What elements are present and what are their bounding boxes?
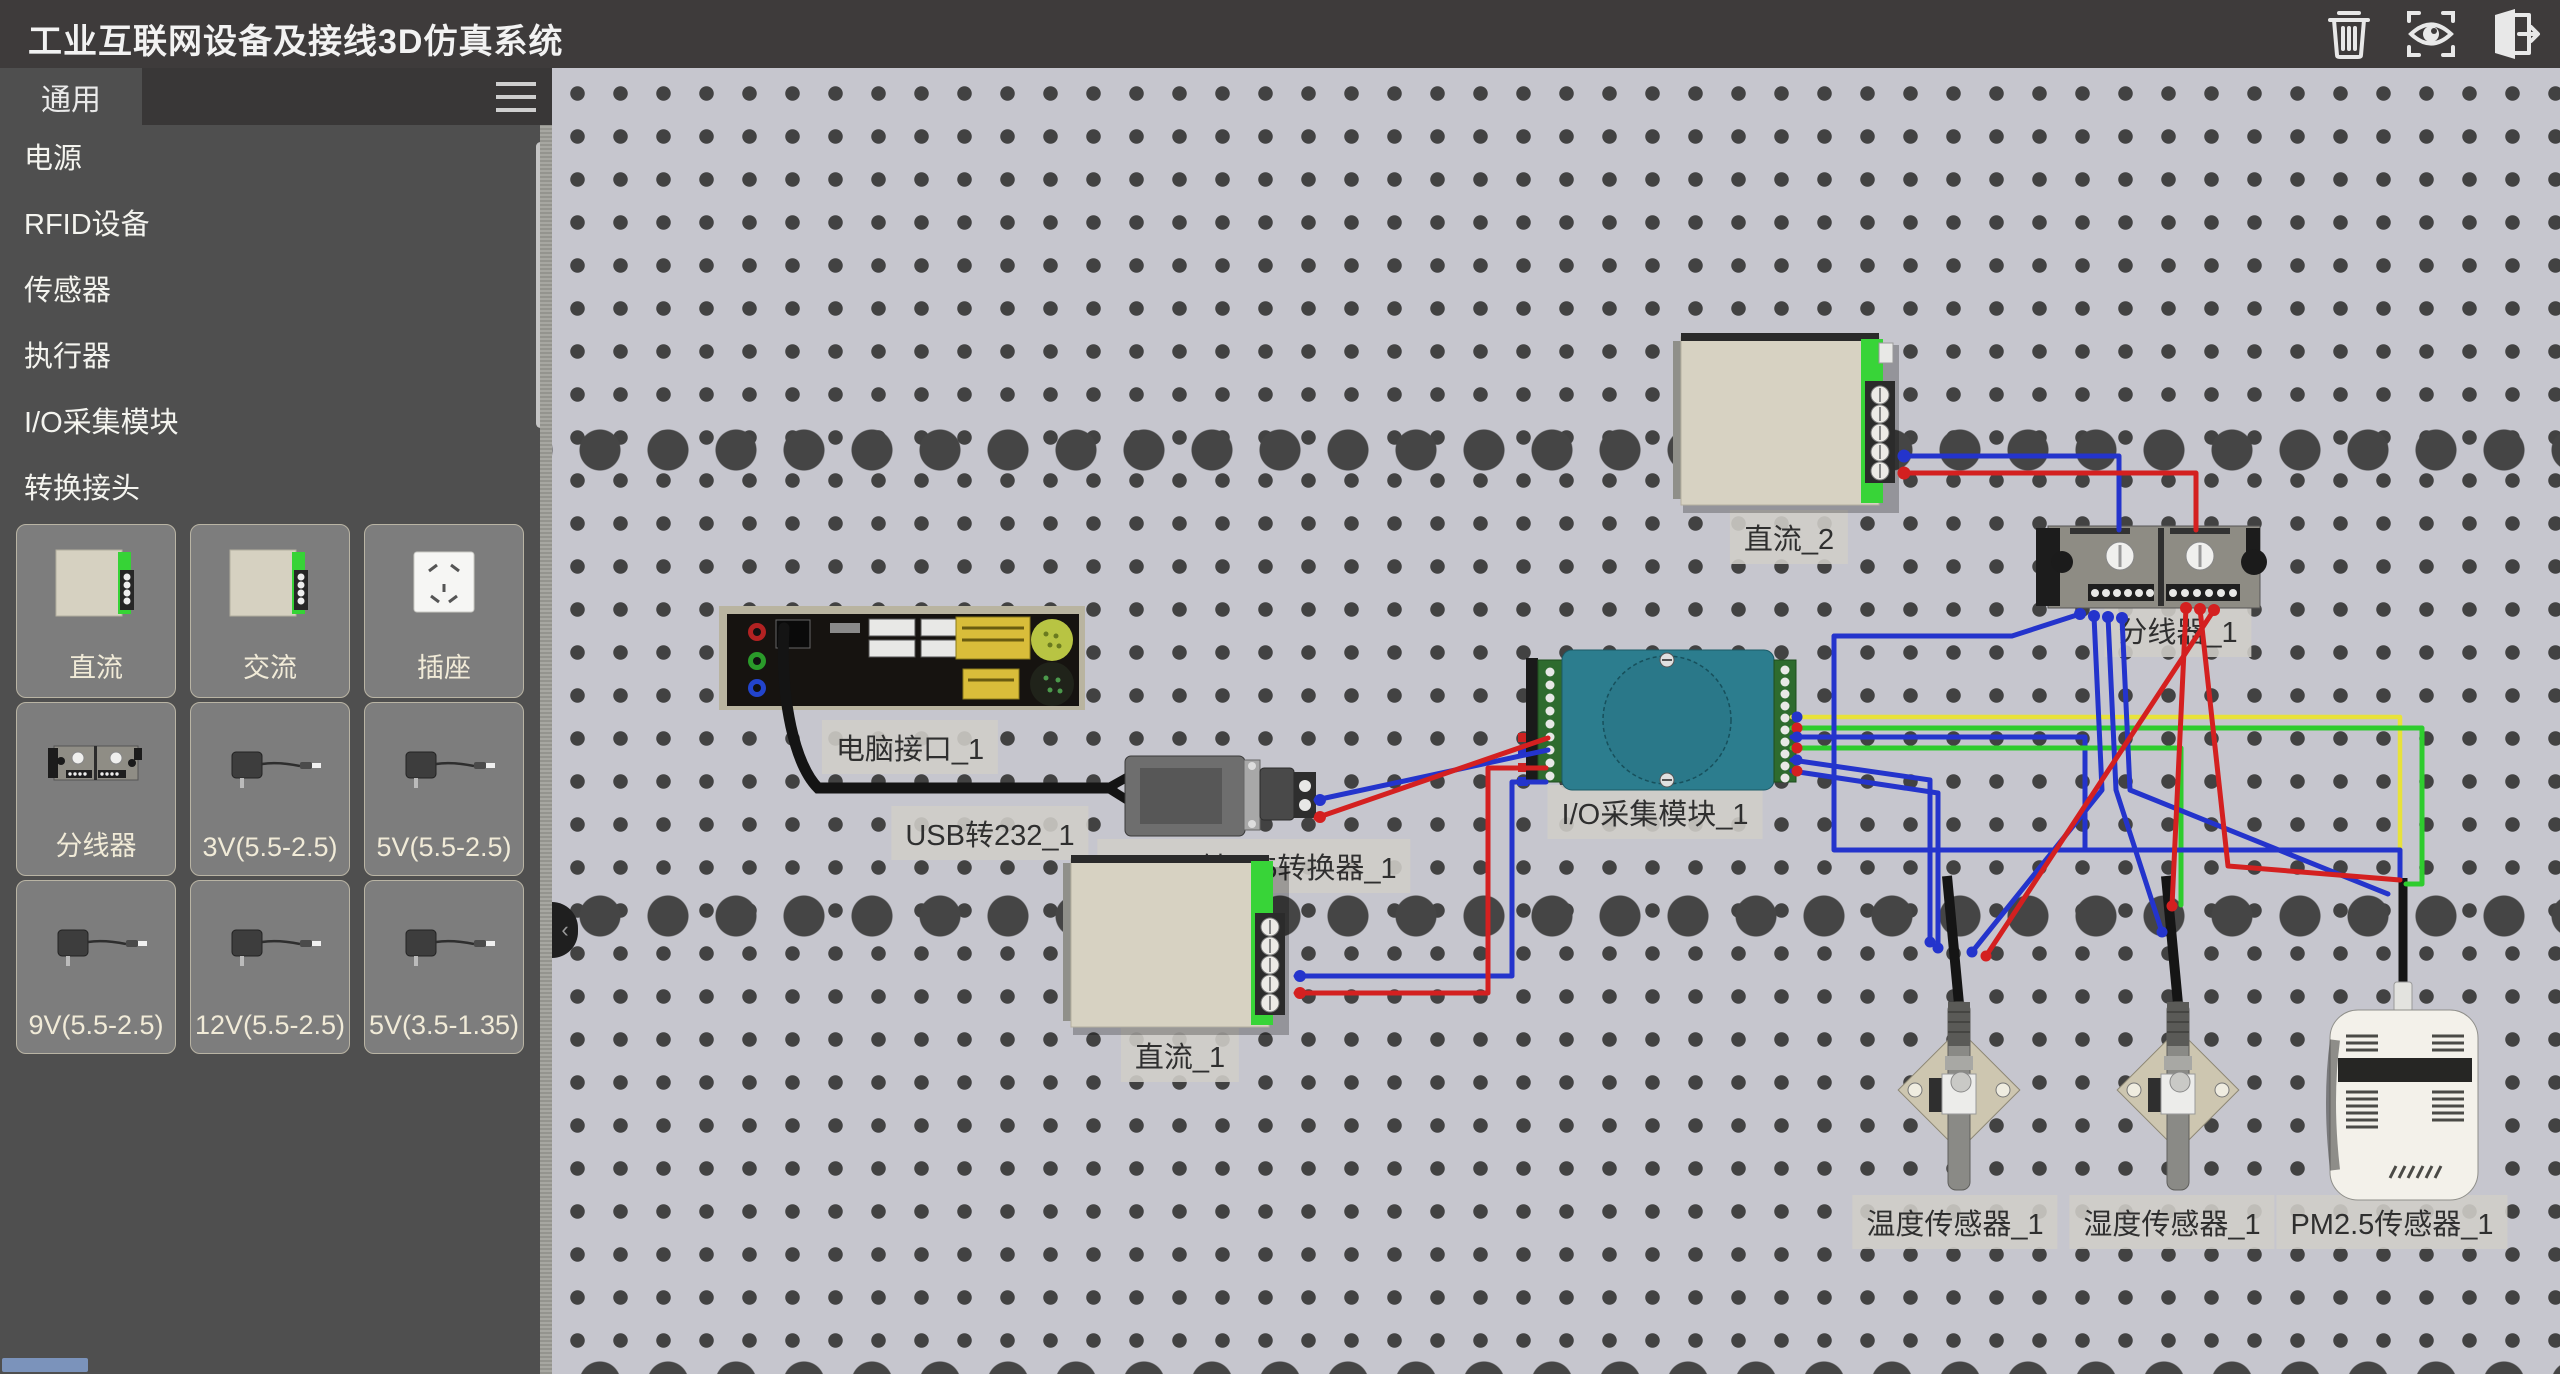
device-label-usb-to-232: USB转232_1 [891,806,1088,860]
sidebar-item-0[interactable]: 电源 [0,126,540,192]
component-thumb [191,881,349,1010]
device-label-splitter: 分线器_1 [2104,603,2251,657]
component-thumb [365,881,523,1010]
pegboard-hole-band [552,1360,2560,1374]
device-label-humi-sensor: 湿度传感器_1 [2069,1195,2274,1249]
view-focus-icon[interactable] [2402,5,2460,63]
sidebar-item-1[interactable]: RFID设备 [0,192,540,258]
pegboard-hole-band [552,428,2560,472]
component-thumb [365,525,523,646]
component-card-0[interactable]: 直流 [16,524,176,698]
exit-icon[interactable] [2484,5,2542,63]
component-card-1[interactable]: 交流 [190,524,350,698]
menu-icon[interactable] [496,82,536,112]
component-thumb [365,703,523,832]
component-card-3[interactable]: 分线器 [16,702,176,876]
component-card-label: 12V(5.5-2.5) [195,1010,345,1041]
trash-icon[interactable] [2320,5,2378,63]
sidebar-item-4[interactable]: I/O采集模块 [0,390,540,456]
app-window: 电脑接口_1 USB转232_1 RS232转485转换器_1 I/O采集模块_… [0,0,2560,1374]
sidebar-item-3[interactable]: 执行器 [0,324,540,390]
device-label-temp-sensor: 温度传感器_1 [1852,1195,2057,1249]
component-card-label: 插座 [417,646,471,685]
device-label-pm25-sensor: PM2.5传感器_1 [2276,1195,2507,1249]
category-menu: 电源RFID设备传感器执行器I/O采集模块转换接头 [0,126,540,522]
component-card-label: 分线器 [56,824,137,863]
component-grid: 直流 交流 插座分线器 3V(5.5-2.5) 5V(5.5-2.5) 9V(5.5-2.… [0,520,568,1054]
device-label-dc-psu-2: 直流_2 [1730,510,1848,564]
device-label-dc-psu-1: 直流_1 [1121,1028,1239,1082]
component-card-6[interactable]: 9V(5.5-2.5) [16,880,176,1054]
component-sidebar: 通用 电源RFID设备传感器执行器I/O采集模块转换接头 直流 交流 插座分线器 3V… [0,68,552,1374]
sidebar-item-2[interactable]: 传感器 [0,258,540,324]
sidebar-item-5[interactable]: 转换接头 [0,456,540,522]
component-card-label: 5V(3.5-1.35) [369,1010,519,1041]
component-card-7[interactable]: 12V(5.5-2.5) [190,880,350,1054]
component-card-label: 5V(5.5-2.5) [376,832,511,863]
component-card-2[interactable]: 插座 [364,524,524,698]
device-label-pc-interface: 电脑接口_1 [822,720,998,774]
device-label-io-module: I/O采集模块_1 [1548,785,1763,839]
component-card-4[interactable]: 3V(5.5-2.5) [190,702,350,876]
component-thumb [17,703,175,824]
component-card-5[interactable]: 5V(5.5-2.5) [364,702,524,876]
component-card-label: 9V(5.5-2.5) [28,1010,163,1041]
device-label-rs232-to-485: RS232转485转换器_1 [1097,839,1410,893]
component-card-label: 直流 [69,646,123,685]
component-thumb [17,525,175,646]
bottom-left-badge [2,1358,88,1372]
component-card-label: 交流 [243,646,297,685]
pegboard-hole-band [552,894,2560,938]
component-thumb [191,703,349,832]
component-card-label: 3V(5.5-2.5) [202,832,337,863]
component-thumb [17,881,175,1010]
app-title: 工业互联网设备及接线3D仿真系统 [28,14,563,63]
sidebar-tabstrip: 通用 [0,68,552,125]
component-card-8[interactable]: 5V(3.5-1.35) [364,880,524,1054]
tab-general[interactable]: 通用 [0,68,142,125]
component-thumb [191,525,349,646]
pegboard-edge [540,125,552,1374]
top-bar: 工业互联网设备及接线3D仿真系统 [0,0,2560,68]
